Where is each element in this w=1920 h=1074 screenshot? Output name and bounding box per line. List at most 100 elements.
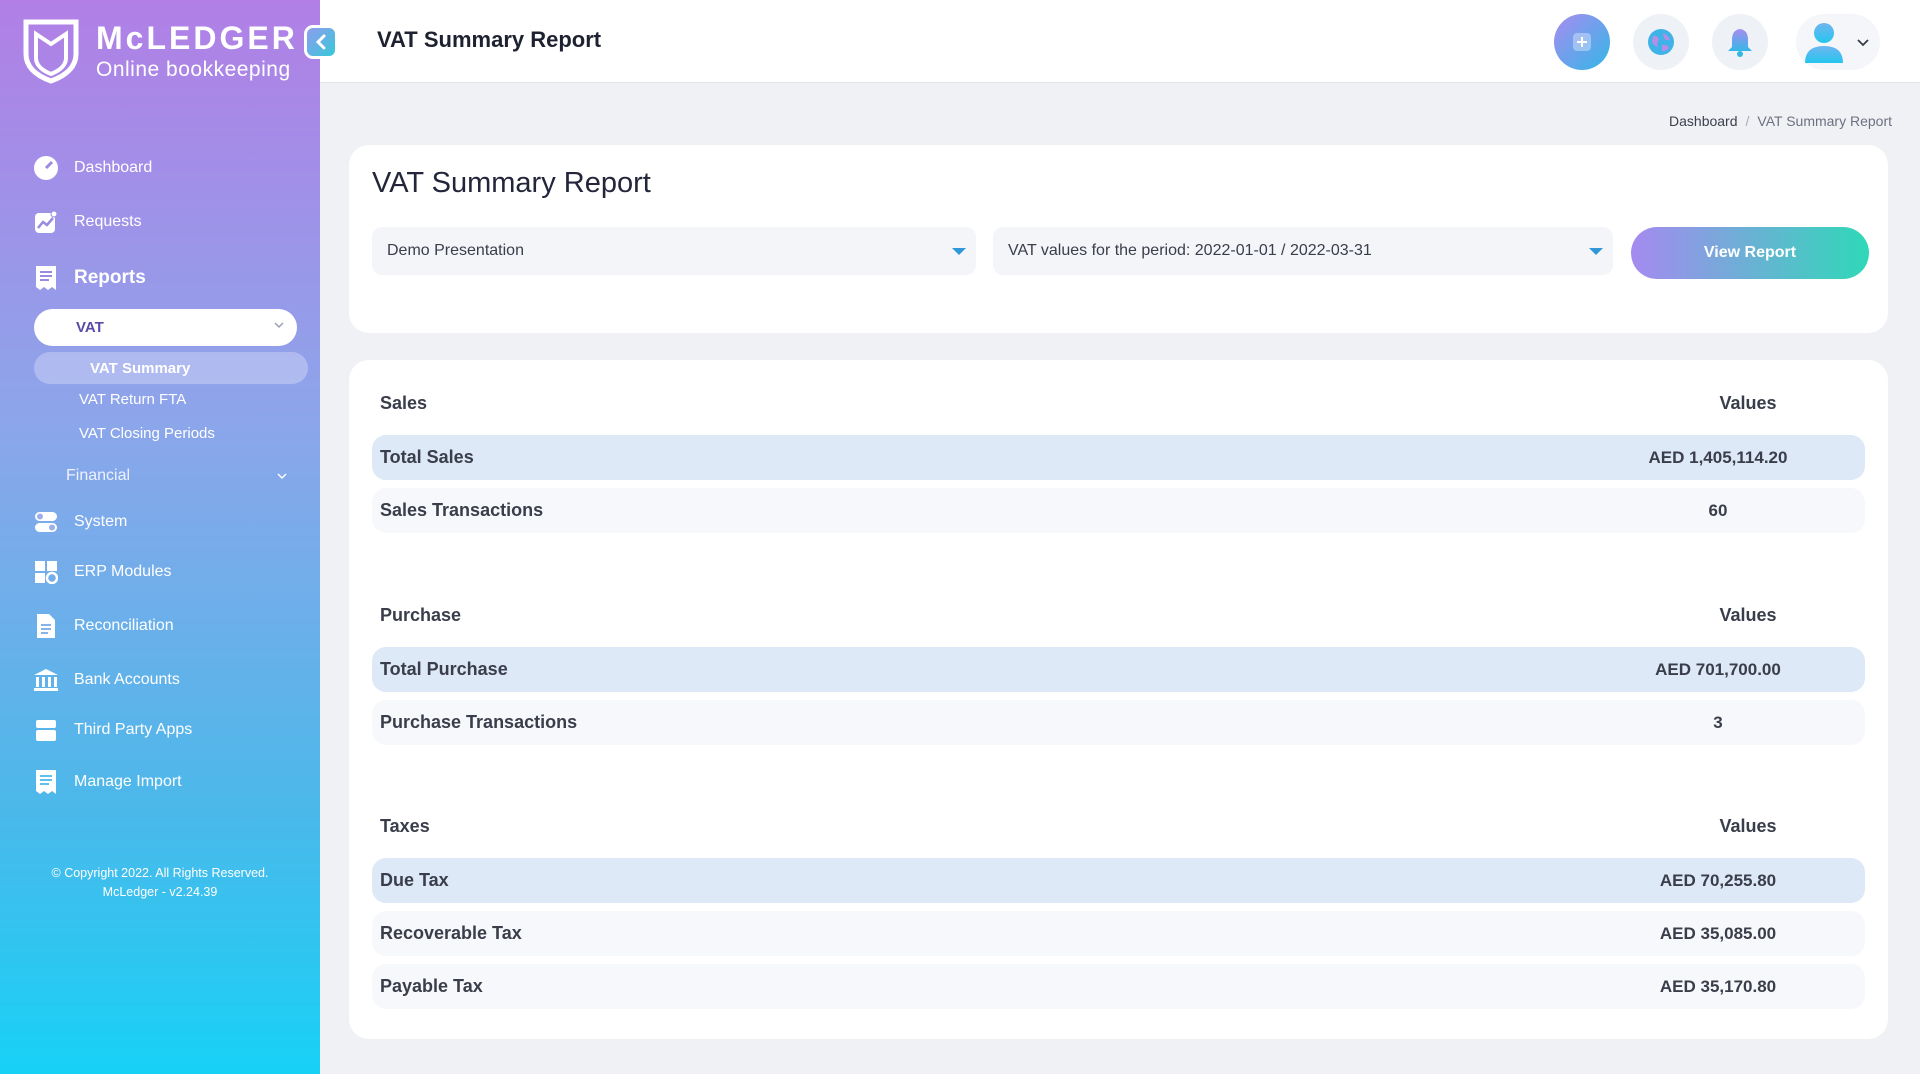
- store-icon: [32, 716, 60, 744]
- globe-icon: [1648, 29, 1674, 55]
- sidebar-item-label: Third Party Apps: [74, 721, 193, 738]
- row-label: Due Tax: [380, 870, 449, 890]
- sidebar-item-label: Manage Import: [74, 773, 182, 790]
- sidebar: McLEDGER Online bookkeeping Dashboard Re…: [0, 0, 338, 1074]
- chevron-down-icon: [277, 473, 287, 480]
- row-label: Total Purchase: [380, 659, 508, 679]
- sidebar-item-erp-modules[interactable]: ERP Modules: [32, 558, 172, 586]
- row-label: Sales Transactions: [380, 500, 544, 520]
- sidebar-item-label: Bank Accounts: [74, 671, 180, 688]
- copyright: © Copyright 2022. All Rights Reserved. M…: [0, 864, 320, 902]
- sidebar-item-label: Dashboard: [74, 159, 153, 176]
- sidebar-item-label: Reconciliation: [74, 617, 174, 634]
- row-label: Purchase Transactions: [380, 712, 578, 732]
- row-label: Payable Tax: [380, 976, 483, 996]
- document-icon: [32, 612, 60, 640]
- table-row: Purchase Transactions 3: [372, 700, 1865, 745]
- section-heading: Sales: [380, 393, 428, 413]
- row-label: Recoverable Tax: [380, 923, 522, 943]
- shield-logo-icon: [23, 19, 79, 84]
- section-heading: Purchase: [380, 605, 462, 625]
- caret-down-icon: [1589, 248, 1603, 255]
- breadcrumb: Dashboard / VAT Summary Report: [1669, 113, 1892, 129]
- sidebar-item-reports[interactable]: Reports: [32, 264, 146, 292]
- modules-icon: [32, 558, 60, 586]
- table-row: Sales Transactions 60: [372, 488, 1865, 533]
- brand-tagline: Online bookkeeping: [96, 58, 291, 81]
- sidebar-item-label: ERP Modules: [74, 563, 172, 580]
- company-select[interactable]: Demo Presentation: [372, 227, 976, 275]
- bank-icon: [32, 666, 60, 694]
- table-row: Recoverable Tax AED 35,085.00: [372, 911, 1865, 956]
- sidebar-item-reconciliation[interactable]: Reconciliation: [32, 612, 174, 640]
- sidebar-item-label: VAT Summary: [90, 359, 191, 377]
- language-button[interactable]: [1633, 14, 1689, 70]
- table-row: Total Sales AED 1,405,114.20: [372, 435, 1865, 480]
- sidebar-item-label: System: [74, 513, 128, 530]
- company-select-value: Demo Presentation: [387, 242, 524, 259]
- sidebar-collapse-button[interactable]: [304, 25, 338, 59]
- filter-card: VAT Summary Report Demo Presentation VAT…: [349, 145, 1888, 333]
- version-text: McLedger - v2.24.39: [102, 885, 218, 899]
- copyright-text: © Copyright 2022. All Rights Reserved.: [51, 866, 269, 880]
- view-report-button[interactable]: View Report: [1631, 227, 1869, 279]
- values-heading: Values: [1719, 393, 1777, 413]
- sidebar-item-manage-import[interactable]: Manage Import: [32, 768, 182, 796]
- sales-section-header: Sales Values: [380, 393, 1873, 414]
- notifications-button[interactable]: [1712, 14, 1768, 70]
- table-row: Due Tax AED 70,255.80: [372, 858, 1865, 903]
- table-row: Total Purchase AED 701,700.00: [372, 647, 1865, 692]
- row-value: AED 1,405,114.20: [1648, 447, 1788, 467]
- chevron-down-icon: [1857, 39, 1869, 47]
- row-value: AED 35,085.00: [1659, 923, 1777, 943]
- sidebar-item-vat-summary[interactable]: VAT Summary: [34, 352, 308, 384]
- row-value: AED 70,255.80: [1659, 870, 1777, 890]
- row-label: Total Sales: [380, 447, 474, 467]
- row-value: AED 701,700.00: [1655, 659, 1781, 679]
- values-heading: Values: [1719, 605, 1777, 625]
- toggle-settings-icon: [32, 508, 60, 536]
- section-heading: Taxes: [380, 816, 430, 836]
- sidebar-item-system[interactable]: System: [32, 508, 127, 536]
- sidebar-item-vat-return-fta[interactable]: VAT Return FTA: [79, 391, 186, 408]
- sidebar-item-vat-closing-periods[interactable]: VAT Closing Periods: [79, 425, 215, 442]
- speedometer-icon: [32, 154, 60, 182]
- chevron-left-icon: [315, 34, 326, 50]
- sidebar-item-bank-accounts[interactable]: Bank Accounts: [32, 666, 180, 694]
- sidebar-item-label: Reports: [74, 267, 146, 288]
- page-title: VAT Summary Report: [377, 27, 602, 52]
- sidebar-item-financial[interactable]: Financial: [66, 467, 298, 485]
- trend-chart-icon: [32, 208, 60, 236]
- sidebar-item-third-party-apps[interactable]: Third Party Apps: [32, 716, 192, 744]
- caret-down-icon: [952, 248, 966, 255]
- values-heading: Values: [1719, 816, 1777, 836]
- period-select-value: VAT values for the period: 2022-01-01 / …: [1008, 242, 1372, 259]
- bell-icon: [1728, 29, 1752, 57]
- purchase-section-header: Purchase Values: [380, 605, 1873, 626]
- user-menu-button[interactable]: [1796, 14, 1880, 70]
- sidebar-item-requests[interactable]: Requests: [32, 208, 142, 236]
- import-list-icon: [32, 768, 60, 796]
- period-select[interactable]: VAT values for the period: 2022-01-01 / …: [993, 227, 1613, 275]
- sidebar-item-label: VAT: [76, 319, 104, 336]
- chevron-down-icon: [274, 322, 284, 329]
- avatar-icon: [1805, 23, 1843, 63]
- table-row: Payable Tax AED 35,170.80: [372, 964, 1865, 1009]
- add-button[interactable]: [1554, 14, 1610, 70]
- brand-logo[interactable]: McLEDGER Online bookkeeping: [22, 18, 298, 84]
- taxes-section-header: Taxes Values: [380, 816, 1873, 837]
- breadcrumb-separator: /: [1745, 113, 1750, 129]
- sidebar-item-dashboard[interactable]: Dashboard: [32, 154, 152, 182]
- brand-name: McLEDGER: [96, 20, 298, 56]
- sidebar-item-vat[interactable]: VAT: [34, 309, 297, 346]
- receipt-icon: [32, 264, 60, 292]
- row-value: AED 35,170.80: [1659, 976, 1777, 996]
- breadcrumb-current: VAT Summary Report: [1757, 113, 1892, 129]
- card-title: VAT Summary Report: [372, 167, 651, 199]
- plus-icon: [1573, 33, 1591, 51]
- sidebar-item-label: Financial: [66, 467, 131, 484]
- breadcrumb-home-link[interactable]: Dashboard: [1669, 113, 1738, 129]
- top-header: VAT Summary Report: [320, 0, 1920, 83]
- row-value: 3: [1713, 712, 1723, 732]
- row-value: 60: [1708, 500, 1728, 520]
